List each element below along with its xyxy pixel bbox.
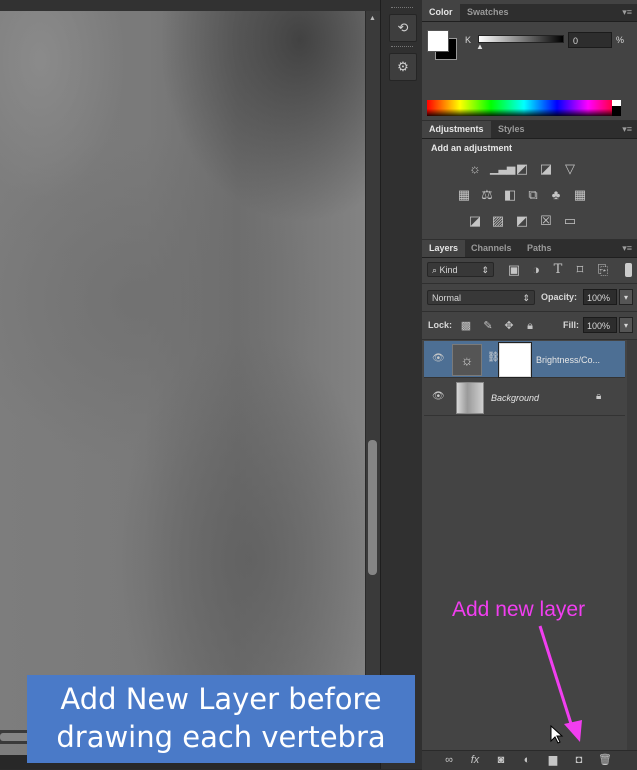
opacity-dropdown-icon[interactable]: ▾ <box>619 289 633 305</box>
layer-name[interactable]: Brightness/Co... <box>536 355 600 365</box>
fill-field[interactable]: 100% <box>583 317 617 333</box>
shape-filter-icon[interactable]: ⌑ <box>572 262 588 278</box>
new-layer-icon[interactable]: ◘ <box>571 752 587 768</box>
threshold-icon[interactable]: ◩ <box>514 213 530 229</box>
trash-icon[interactable]: 🗑︎ <box>597 752 613 768</box>
blend-mode-dropdown[interactable]: Normal ⇕ <box>427 290 535 305</box>
tab-swatches[interactable]: Swatches <box>460 4 516 21</box>
brightness-contrast-icon: ☼ <box>452 344 482 376</box>
k-slider-track[interactable] <box>478 35 564 43</box>
link-icon[interactable]: ∞ <box>441 752 457 768</box>
dock-grip[interactable] <box>391 7 413 10</box>
vertical-scrollbar[interactable]: ▲ <box>365 11 381 755</box>
layer-row-background[interactable]: 👁︎ Background 🔒︎ <box>424 379 625 416</box>
lock-label: Lock: <box>428 320 453 330</box>
photo-filter-icon[interactable]: ⧉ <box>525 187 541 203</box>
color-spectrum-ramp[interactable] <box>427 100 621 116</box>
brightness-contrast-icon[interactable]: ☼ <box>467 161 483 177</box>
channel-label: K <box>465 35 472 45</box>
layer-list-scrollbar[interactable] <box>627 340 637 750</box>
history-icon[interactable]: ⟲ <box>389 14 417 42</box>
black-swatch[interactable] <box>612 106 621 116</box>
tab-color[interactable]: Color <box>422 4 460 21</box>
exposure-icon[interactable]: ◪ <box>538 161 554 177</box>
collapsed-panel-dock <box>380 0 424 769</box>
pixel-filter-icon[interactable]: ▣ <box>506 262 522 278</box>
fx-icon[interactable]: fx <box>467 752 483 768</box>
document-top-edge <box>0 0 380 11</box>
caption-box: Add New Layer before drawing each verteb… <box>27 675 415 763</box>
color-balance-icon[interactable]: ⚖ <box>479 187 495 203</box>
vertical-scrollbar-thumb[interactable] <box>368 440 377 575</box>
adjustments-panel-tabbar: Adjustments Styles ▾≡ <box>422 121 637 139</box>
dropdown-arrows-icon: ⇕ <box>522 293 530 303</box>
filter-kind-value: Kind <box>439 265 458 275</box>
dropdown-arrows-icon: ⇕ <box>481 265 489 275</box>
horizontal-scrollbar-thumb[interactable] <box>0 733 30 741</box>
posterize-icon[interactable]: ▨ <box>490 213 506 229</box>
blend-mode-value: Normal <box>432 293 462 303</box>
layers-panel-tabbar: Layers Channels Paths ▾≡ <box>422 240 637 258</box>
dock-grip[interactable] <box>391 46 413 49</box>
mask-icon[interactable]: ◙ <box>493 752 509 768</box>
panel-menu-icon[interactable]: ▾≡ <box>622 243 632 254</box>
curves-icon[interactable]: ◩ <box>514 161 530 177</box>
panel-divider <box>422 283 637 284</box>
lock-all-icon[interactable]: 🔒︎ <box>522 318 538 334</box>
filter-kind-dropdown[interactable]: ⌕ Kind ⇕ <box>427 262 494 277</box>
lock-transparent-icon[interactable]: ▩ <box>458 318 474 334</box>
new-layer-hint: Add new layer <box>452 598 586 621</box>
black-white-icon[interactable]: ◧ <box>502 187 518 203</box>
levels-icon[interactable]: ▁▃▅ <box>490 161 515 177</box>
gradient-triangle-icon[interactable]: ▽ <box>562 161 578 177</box>
vibrance-icon[interactable]: ▦ <box>456 187 472 203</box>
gradient-map-icon[interactable]: ▭ <box>562 213 578 229</box>
layer-mask-thumbnail[interactable] <box>499 343 531 377</box>
scroll-up-icon[interactable]: ▲ <box>369 15 376 22</box>
k-slider-handle[interactable]: ▲ <box>476 42 484 51</box>
opacity-field[interactable]: 100% <box>583 289 617 305</box>
lock-icon: 🔒︎ <box>596 391 602 402</box>
tab-adjustments[interactable]: Adjustments <box>422 121 491 138</box>
mouse-cursor-icon <box>550 725 564 744</box>
fill-label: Fill: <box>563 320 579 330</box>
color-lookup-icon[interactable]: ▦ <box>572 187 588 203</box>
lock-position-icon[interactable]: ✥ <box>501 318 517 334</box>
panel-divider <box>422 311 637 312</box>
layer-thumbnail <box>456 382 484 414</box>
image-canvas[interactable] <box>0 0 365 755</box>
tab-channels[interactable]: Channels <box>464 240 519 257</box>
caption-line-2: drawing each vertebra <box>56 720 386 754</box>
selective-color-icon[interactable]: ☒ <box>538 213 554 229</box>
layer-row-brightness-contrast[interactable]: 👁︎ ☼ ⛓︎ Brightness/Co... <box>424 341 625 378</box>
visibility-eye-icon[interactable]: 👁︎ <box>432 354 445 364</box>
adjustments-heading: Add an adjustment <box>431 143 513 153</box>
k-value-field[interactable]: 0 <box>568 32 612 48</box>
tab-styles[interactable]: Styles <box>491 121 532 138</box>
color-panel-tabbar: Color Swatches ▾≡ <box>422 4 637 22</box>
search-icon: ⌕ <box>432 265 440 275</box>
fill-dropdown-icon[interactable]: ▾ <box>619 317 633 333</box>
invert-icon[interactable]: ◪ <box>467 213 483 229</box>
caption-line-1: Add New Layer before <box>60 682 382 716</box>
panel-menu-icon[interactable]: ▾≡ <box>622 124 632 135</box>
lock-image-brush-icon[interactable]: ✎ <box>480 318 496 334</box>
channel-mixer-icon[interactable]: ♣ <box>548 187 564 203</box>
foreground-color-swatch[interactable] <box>427 30 449 52</box>
visibility-eye-icon[interactable]: 👁︎ <box>432 392 445 402</box>
chain-link-icon[interactable]: ⛓︎ <box>487 352 500 363</box>
properties-icon[interactable]: ⚙ <box>389 53 417 81</box>
adjustment-filter-icon[interactable]: ◑ <box>528 262 544 278</box>
unit-label: % <box>616 35 625 45</box>
opacity-label: Opacity: <box>541 292 578 302</box>
smart-object-filter-icon[interactable]: ⎘ <box>595 262 611 278</box>
adjustment-layer-icon[interactable]: ◐ <box>519 752 535 768</box>
layer-name[interactable]: Background <box>491 393 539 403</box>
group-folder-icon[interactable]: ▆ <box>545 752 561 768</box>
tab-layers[interactable]: Layers <box>422 240 466 257</box>
tab-paths[interactable]: Paths <box>520 240 559 257</box>
filter-toggle[interactable] <box>625 263 632 277</box>
type-filter-icon[interactable]: T <box>550 262 566 278</box>
panel-menu-icon[interactable]: ▾≡ <box>622 7 632 18</box>
